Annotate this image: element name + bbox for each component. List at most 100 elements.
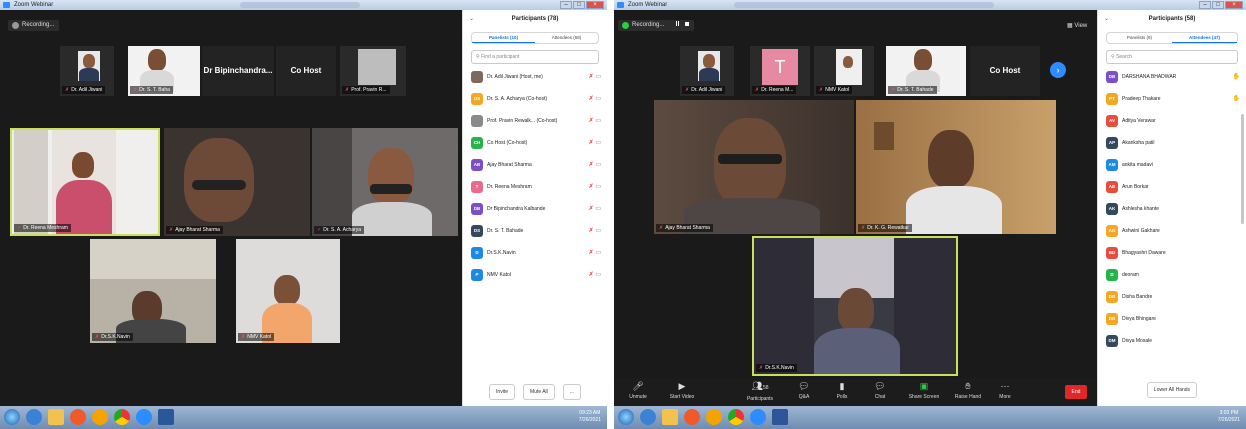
participant-row[interactable]: DM Divya Mosale [1098,330,1246,352]
invite-button[interactable]: Invite [489,384,515,400]
raise-hand-button[interactable]: ✋︎ Raise Hand [948,378,988,406]
polls-button[interactable]: ▮ Polls [828,378,856,406]
media-player-icon[interactable] [706,409,722,425]
participant-row[interactable]: AV Aditya Verawar [1098,110,1246,132]
avatar: AM [1106,159,1118,171]
collapse-chevron-icon[interactable]: ⌄ [469,10,474,28]
mic-camera-status-icon: ✗ ▭ [588,184,601,190]
chat-button[interactable]: 💬︎ Chat [866,378,894,406]
participant-row[interactable]: DB DARSHANA BHADWAR ✋ [1098,66,1246,88]
lower-all-hands-button[interactable]: Lower All Hands [1146,382,1198,398]
video-tile-strip[interactable]: ✗ Dr. Adil Jiwani [60,46,114,96]
video-tile-strip[interactable]: ✗ Dr. S. T. Baha [128,46,200,96]
mic-camera-status-icon: ✗ ▭ [588,74,601,80]
video-tile-strip[interactable]: ✗ Dr. Adil Jiwani [680,46,734,96]
participant-row[interactable]: Ddeoram [1098,264,1246,286]
next-page-arrow-icon[interactable]: › [1050,62,1066,78]
participant-row[interactable]: DB Disha Bandre [1098,286,1246,308]
ie-icon[interactable] [640,409,656,425]
participant-row[interactable]: CH Co Host (Co-host) ✗ ▭ [463,132,607,154]
share-screen-button[interactable]: ▣ Share Screen [904,378,944,406]
stop-recording-icon[interactable] [684,22,689,26]
ie-icon[interactable] [26,409,42,425]
file-explorer-icon[interactable] [662,409,678,425]
video-tile[interactable]: ✗ Ajay Bharat Sharma [164,128,310,236]
chrome-icon[interactable] [114,409,130,425]
video-tile[interactable]: ✓ Dr. S. A. Acharya [312,128,458,236]
participant-row[interactable]: T Dr. Reena Meshram ✗ ▭ [463,176,607,198]
participant-row[interactable]: AP Akanksha patil [1098,132,1246,154]
video-tile[interactable]: ✗ Ajay Bharat Sharma [654,100,854,234]
tab-attendees[interactable]: Attendees (47) [1172,33,1237,43]
video-tile-strip[interactable]: ✗ Dr. S. T. Bahade [886,46,966,96]
participants-button[interactable]: 👥︎58 Participants [738,378,782,406]
mic-camera-status-icon: ✗ ▭ [588,228,601,234]
close-button[interactable]: × [1225,1,1243,9]
participant-name: ✗ Dr. Adil Jiwani [62,86,106,94]
qa-button[interactable]: 💬︎ Q&A [790,378,818,406]
file-explorer-icon[interactable] [48,409,64,425]
media-player-icon[interactable] [92,409,108,425]
participant-row[interactable]: AB Ajay Bharat Sharma ✗ ▭ [463,154,607,176]
mute-all-button[interactable]: Mute All [522,384,555,400]
tab-panelists[interactable]: Panelists (9) [1107,33,1172,43]
participant-row[interactable]: AG Ashwini Gakhare [1098,220,1246,242]
video-tile-strip[interactable]: T ✗ Dr. Reena M... [750,46,810,96]
maximize-button[interactable]: □ [573,1,585,9]
tab-attendees[interactable]: Attendees (68) [535,33,598,43]
video-tile-strip[interactable]: Dr Bipinchandra... [202,46,274,96]
view-button[interactable]: ▦ View [1067,22,1087,29]
participant-row[interactable]: P NMV Katol ✗ ▭ [463,264,607,286]
video-tile-active-speaker[interactable]: ✗ Dr.S.K.Navin [752,236,958,376]
zoom-taskbar-icon[interactable] [750,409,766,425]
video-tile-strip[interactable]: ✗ NMV Katol [814,46,874,96]
participant-row[interactable]: DS Dr. S. A. Acharya (Co-host) ✗ ▭ [463,88,607,110]
maximize-button[interactable]: □ [1212,1,1224,9]
avatar [471,71,483,83]
participant-row-name: Dr. S. A. Acharya (Co-host) [487,96,548,102]
avatar: PT [1106,93,1118,105]
participant-row[interactable]: DB Dr Bipinchandra Kalbande ✗ ▭ [463,198,607,220]
start-video-button[interactable]: ▶ Start Video [662,378,702,406]
video-tile-active-speaker[interactable]: ✓ Dr. Reena Meshram [10,128,160,236]
minimize-button[interactable]: – [560,1,572,9]
participant-row[interactable]: Dr. Adil Jiwani (Host, me) ✗ ▭ [463,66,607,88]
participant-row-name: Divya Mosale [1122,338,1153,344]
video-tile-strip[interactable]: Co Host [276,46,336,96]
video-tile-strip[interactable]: Co Host [970,46,1040,96]
video-tile[interactable]: ✗ NMV Katol [236,239,340,343]
participant-row[interactable]: AB Arun Borkar [1098,176,1246,198]
participant-search-input[interactable]: ⚲ Search [1106,50,1238,64]
participant-row[interactable]: DS Dr. S. T. Bahade ✗ ▭ [463,220,607,242]
close-button[interactable]: × [586,1,604,9]
participant-row[interactable]: BD Bhagyashri Daware [1098,242,1246,264]
pause-recording-icon[interactable] [676,21,680,26]
participant-row[interactable]: D Dr.S.K.Navin ✗ ▭ [463,242,607,264]
video-tile[interactable]: ✗ Dr. K. G. Rewatkar [856,100,1056,234]
start-button-icon[interactable] [4,409,20,425]
participant-row[interactable]: AM ankita madavi [1098,154,1246,176]
participant-search-input[interactable]: ⚲ Find a participant [471,50,599,64]
chrome-icon[interactable] [728,409,744,425]
more-options-button[interactable]: ... [562,384,581,400]
unmute-button[interactable]: 🎤︎ Unmute [618,378,658,406]
zoom-taskbar-icon[interactable] [136,409,152,425]
participant-row[interactable]: Prof. Pravin Rewalk... (Co-host) ✗ ▭ [463,110,607,132]
more-button[interactable]: ⋯ More [988,378,1022,406]
video-tile-strip[interactable]: ✗ Prof. Pravin R... [340,46,406,96]
collapse-chevron-icon[interactable]: ⌄ [1104,10,1109,28]
firefox-icon[interactable] [684,409,700,425]
avatar: DS [471,225,483,237]
end-meeting-button[interactable]: End [1065,385,1087,399]
participant-row[interactable]: PT Pradeep Thakare ✋ [1098,88,1246,110]
firefox-icon[interactable] [70,409,86,425]
tab-panelists[interactable]: Panelists (10) [472,33,535,43]
video-tile[interactable]: ✗ Dr.S.K.Navin [90,239,216,343]
start-button-icon[interactable] [618,409,634,425]
participant-row[interactable]: DB Divya Bhingare [1098,308,1246,330]
word-icon[interactable] [772,409,788,425]
word-icon[interactable] [158,409,174,425]
participant-row[interactable]: AK Ashlesha khante [1098,198,1246,220]
minimize-button[interactable]: – [1199,1,1211,9]
panel-scrollbar[interactable] [1241,114,1244,224]
